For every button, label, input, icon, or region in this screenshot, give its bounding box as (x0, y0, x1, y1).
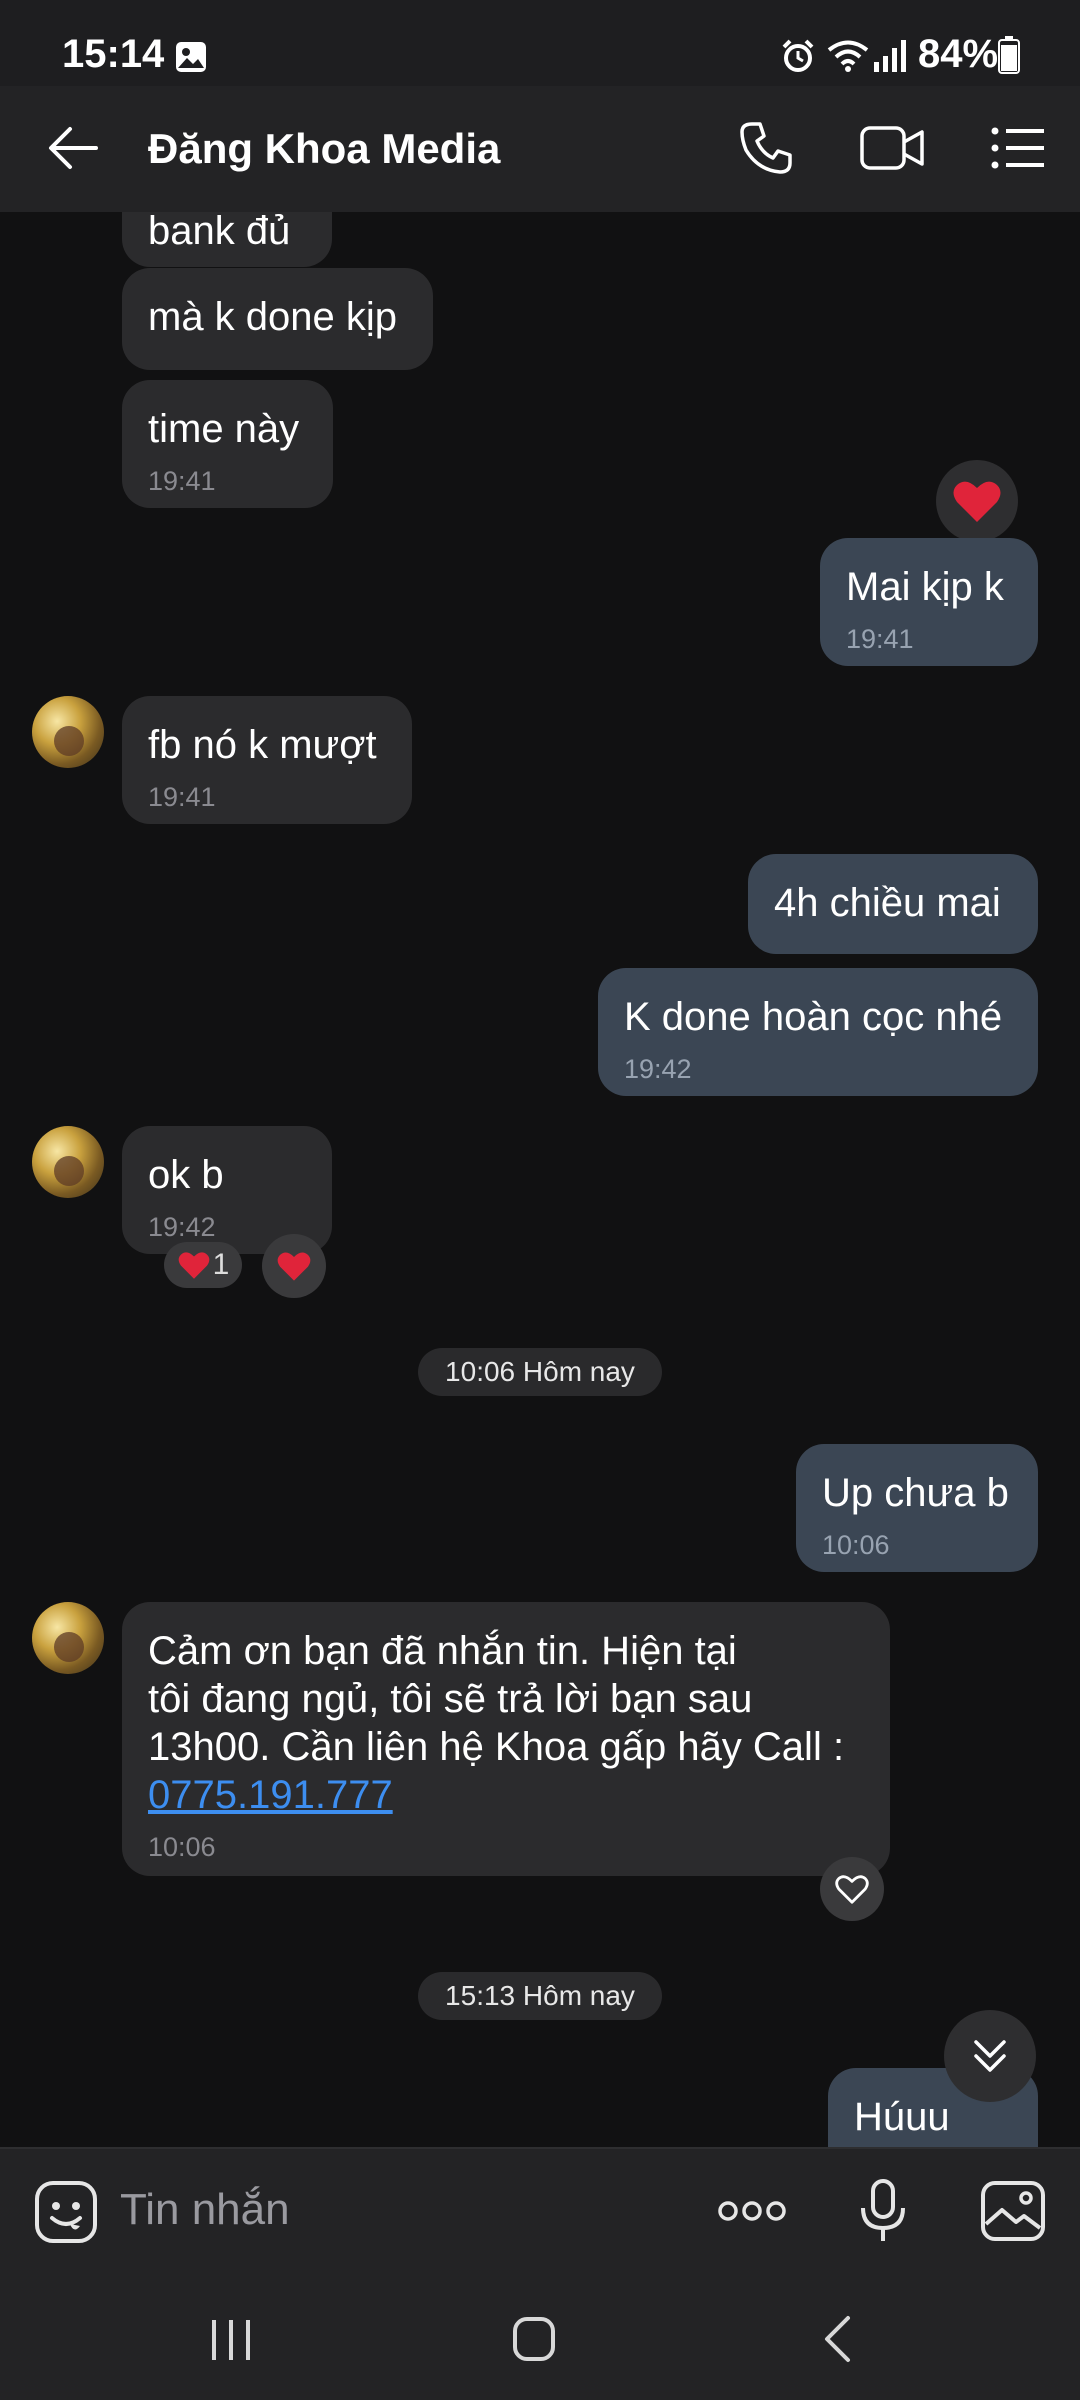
back-arrow-icon[interactable] (46, 124, 98, 172)
message-text: Mai kịp k (846, 565, 1004, 609)
date-separator: 15:13 Hôm nay (418, 1972, 662, 2020)
message-incoming-auto-reply[interactable]: Cảm ơn bạn đã nhắn tin. Hiện tại tôi đan… (122, 1602, 890, 1876)
status-time: 15:14 (62, 32, 165, 76)
message-incoming[interactable]: mà k done kịp (122, 268, 433, 370)
chevron-double-down-icon (974, 2040, 1006, 2072)
message-text: Húuu (854, 2095, 950, 2139)
message-incoming[interactable]: fb nó k mượt 19:41 (122, 696, 412, 824)
message-outgoing[interactable]: Mai kịp k 19:41 (820, 538, 1038, 666)
list-icon[interactable] (990, 126, 1046, 170)
message-text: K done hoàn cọc nhé (624, 995, 1003, 1039)
reaction-count: 1 (212, 1248, 230, 1281)
back-nav-icon[interactable] (820, 2314, 854, 2364)
video-camera-icon[interactable] (860, 124, 926, 172)
heart-icon (953, 481, 1001, 522)
battery-icon (998, 36, 1020, 74)
message-text: 4h chiều mai (774, 881, 1001, 925)
message-outgoing[interactable]: K done hoàn cọc nhé 19:42 (598, 968, 1038, 1096)
react-button[interactable] (820, 1857, 884, 1921)
image-icon[interactable] (980, 2180, 1046, 2242)
heart-icon (178, 1252, 209, 1279)
home-icon[interactable] (512, 2316, 556, 2362)
gallery-notification-icon (176, 42, 206, 72)
contact-name[interactable]: Đăng Khoa Media (148, 125, 500, 173)
message-outgoing[interactable]: Up chưa b 10:06 (796, 1444, 1038, 1572)
alarm-icon (782, 39, 814, 72)
message-text: ok b (148, 1153, 224, 1197)
message-text: bank đủ (148, 212, 291, 253)
message-text: fb nó k mượt (148, 723, 377, 767)
scroll-to-bottom-button[interactable] (944, 2010, 1036, 2102)
date-separator: 10:06 Hôm nay (418, 1348, 662, 1396)
message-time: 19:41 (846, 624, 914, 654)
message-time: 19:41 (148, 782, 216, 812)
more-dots-icon[interactable] (716, 2198, 788, 2224)
microphone-icon[interactable] (858, 2178, 908, 2244)
signal-icon (874, 40, 906, 72)
message-text: time này (148, 407, 300, 451)
message-time: 10:06 (822, 1530, 890, 1560)
contact-avatar[interactable] (32, 696, 104, 768)
reaction-count-badge[interactable]: 1 (164, 1242, 242, 1288)
phone-link[interactable]: 0775.191.777 (148, 1771, 393, 1819)
message-incoming[interactable]: time này 19:41 (122, 380, 333, 508)
heart-icon (277, 1252, 311, 1281)
message-text-line: Cảm ơn bạn đã nhắn tin. Hiện tại (148, 1629, 737, 1673)
message-input[interactable]: Tin nhắn (120, 2185, 290, 2235)
message-time: 19:41 (148, 466, 216, 496)
message-text-line: 13h00. Cần liên hệ Khoa gấp hãy Call : (148, 1725, 845, 1769)
message-text-line: tôi đang ngủ, tôi sẽ trả lời bạn sau (148, 1677, 753, 1721)
message-time: 19:42 (624, 1054, 692, 1084)
message-text: mà k done kịp (148, 295, 398, 339)
phone-icon[interactable] (738, 120, 794, 176)
react-button[interactable] (262, 1234, 326, 1298)
message-incoming[interactable]: bank đủ (122, 212, 332, 267)
contact-avatar[interactable] (32, 1126, 104, 1198)
recents-icon[interactable] (206, 2318, 256, 2362)
message-list[interactable]: bank đủ mà k done kịp time này 19:41 Mai… (0, 212, 1080, 2147)
reaction-badge[interactable] (936, 460, 1018, 542)
wifi-icon (827, 40, 869, 72)
message-outgoing[interactable]: 4h chiều mai (748, 854, 1038, 954)
emoji-icon[interactable] (34, 2180, 98, 2244)
battery-percent: 84% (918, 32, 999, 76)
message-text: Up chưa b (822, 1471, 1009, 1515)
message-time: 10:06 (148, 1832, 216, 1862)
contact-avatar[interactable] (32, 1602, 104, 1674)
heart-outline-icon (835, 1875, 869, 1904)
